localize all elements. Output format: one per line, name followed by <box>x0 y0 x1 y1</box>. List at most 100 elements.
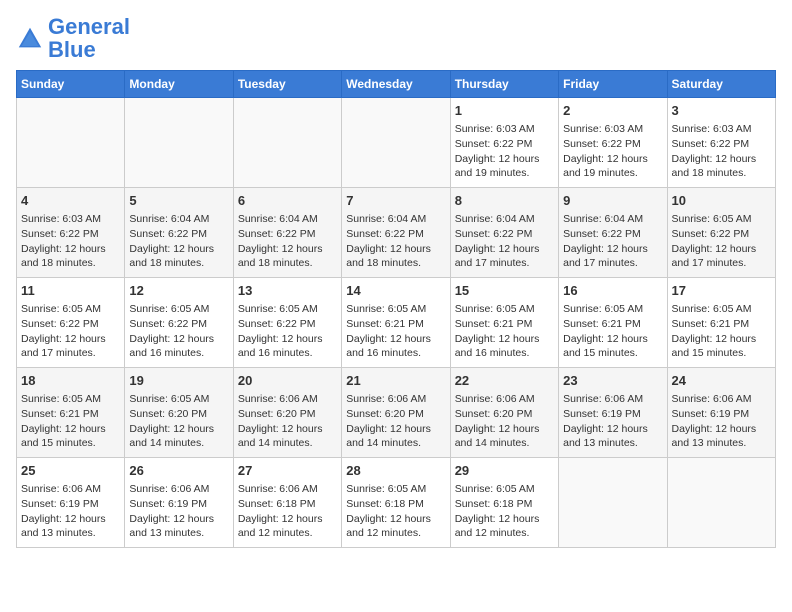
calendar-cell <box>559 458 667 548</box>
day-number: 22 <box>455 372 554 390</box>
calendar-cell: 1 Sunrise: 6:03 AMSunset: 6:22 PMDaylight… <box>450 98 558 188</box>
day-info: Sunrise: 6:03 AMSunset: 6:22 PMDaylight:… <box>672 122 771 181</box>
day-info: Sunrise: 6:04 AMSunset: 6:22 PMDaylight:… <box>563 212 662 271</box>
col-thursday: Thursday <box>450 71 558 98</box>
day-info: Sunrise: 6:05 AMSunset: 6:18 PMDaylight:… <box>346 482 445 541</box>
calendar-cell: 21 Sunrise: 6:06 AMSunset: 6:20 PMDayligh… <box>342 368 450 458</box>
day-info: Sunrise: 6:03 AMSunset: 6:22 PMDaylight:… <box>21 212 120 271</box>
day-info: Sunrise: 6:04 AMSunset: 6:22 PMDaylight:… <box>455 212 554 271</box>
day-number: 25 <box>21 462 120 480</box>
logo-icon <box>16 25 44 53</box>
calendar-cell: 24 Sunrise: 6:06 AMSunset: 6:19 PMDayligh… <box>667 368 775 458</box>
day-number: 23 <box>563 372 662 390</box>
day-info: Sunrise: 6:05 AMSunset: 6:22 PMDaylight:… <box>238 302 337 361</box>
calendar-cell: 28 Sunrise: 6:05 AMSunset: 6:18 PMDayligh… <box>342 458 450 548</box>
day-info: Sunrise: 6:04 AMSunset: 6:22 PMDaylight:… <box>129 212 228 271</box>
calendar-cell: 23 Sunrise: 6:06 AMSunset: 6:19 PMDayligh… <box>559 368 667 458</box>
day-info: Sunrise: 6:05 AMSunset: 6:22 PMDaylight:… <box>672 212 771 271</box>
day-number: 24 <box>672 372 771 390</box>
day-info: Sunrise: 6:04 AMSunset: 6:22 PMDaylight:… <box>346 212 445 271</box>
calendar-cell: 13 Sunrise: 6:05 AMSunset: 6:22 PMDayligh… <box>233 278 341 368</box>
calendar-cell: 16 Sunrise: 6:05 AMSunset: 6:21 PMDayligh… <box>559 278 667 368</box>
day-info: Sunrise: 6:05 AMSunset: 6:22 PMDaylight:… <box>129 302 228 361</box>
col-friday: Friday <box>559 71 667 98</box>
day-number: 20 <box>238 372 337 390</box>
col-monday: Monday <box>125 71 233 98</box>
col-tuesday: Tuesday <box>233 71 341 98</box>
day-info: Sunrise: 6:06 AMSunset: 6:20 PMDaylight:… <box>238 392 337 451</box>
day-info: Sunrise: 6:04 AMSunset: 6:22 PMDaylight:… <box>238 212 337 271</box>
calendar-cell <box>125 98 233 188</box>
day-number: 9 <box>563 192 662 210</box>
day-number: 21 <box>346 372 445 390</box>
calendar-cell <box>17 98 125 188</box>
calendar-cell: 29 Sunrise: 6:05 AMSunset: 6:18 PMDayligh… <box>450 458 558 548</box>
day-number: 5 <box>129 192 228 210</box>
calendar-week-row: 1 Sunrise: 6:03 AMSunset: 6:22 PMDaylight… <box>17 98 776 188</box>
day-number: 29 <box>455 462 554 480</box>
logo-text: GeneralBlue <box>48 16 130 62</box>
day-number: 1 <box>455 102 554 120</box>
day-info: Sunrise: 6:06 AMSunset: 6:20 PMDaylight:… <box>455 392 554 451</box>
calendar-cell: 17 Sunrise: 6:05 AMSunset: 6:21 PMDayligh… <box>667 278 775 368</box>
day-number: 2 <box>563 102 662 120</box>
day-info: Sunrise: 6:05 AMSunset: 6:21 PMDaylight:… <box>672 302 771 361</box>
calendar-table: Sunday Monday Tuesday Wednesday Thursday… <box>16 70 776 548</box>
calendar-cell: 12 Sunrise: 6:05 AMSunset: 6:22 PMDayligh… <box>125 278 233 368</box>
day-number: 26 <box>129 462 228 480</box>
calendar-cell: 5 Sunrise: 6:04 AMSunset: 6:22 PMDaylight… <box>125 188 233 278</box>
calendar-cell: 9 Sunrise: 6:04 AMSunset: 6:22 PMDaylight… <box>559 188 667 278</box>
day-info: Sunrise: 6:05 AMSunset: 6:18 PMDaylight:… <box>455 482 554 541</box>
day-info: Sunrise: 6:06 AMSunset: 6:19 PMDaylight:… <box>672 392 771 451</box>
col-saturday: Saturday <box>667 71 775 98</box>
header: GeneralBlue <box>16 16 776 62</box>
calendar-cell: 18 Sunrise: 6:05 AMSunset: 6:21 PMDayligh… <box>17 368 125 458</box>
day-number: 10 <box>672 192 771 210</box>
day-info: Sunrise: 6:03 AMSunset: 6:22 PMDaylight:… <box>455 122 554 181</box>
day-info: Sunrise: 6:05 AMSunset: 6:22 PMDaylight:… <box>21 302 120 361</box>
day-number: 27 <box>238 462 337 480</box>
day-info: Sunrise: 6:05 AMSunset: 6:21 PMDaylight:… <box>346 302 445 361</box>
day-number: 11 <box>21 282 120 300</box>
day-number: 14 <box>346 282 445 300</box>
calendar-cell: 11 Sunrise: 6:05 AMSunset: 6:22 PMDayligh… <box>17 278 125 368</box>
day-number: 19 <box>129 372 228 390</box>
calendar-cell: 10 Sunrise: 6:05 AMSunset: 6:22 PMDayligh… <box>667 188 775 278</box>
day-info: Sunrise: 6:03 AMSunset: 6:22 PMDaylight:… <box>563 122 662 181</box>
calendar-cell: 26Sunrise: 6:06 AMSunset: 6:19 PMDayligh… <box>125 458 233 548</box>
day-info: Sunrise: 6:05 AMSunset: 6:21 PMDaylight:… <box>21 392 120 451</box>
calendar-cell: 25 Sunrise: 6:06 AMSunset: 6:19 PMDayligh… <box>17 458 125 548</box>
day-number: 12 <box>129 282 228 300</box>
calendar-week-row: 4 Sunrise: 6:03 AMSunset: 6:22 PMDaylight… <box>17 188 776 278</box>
calendar-cell: 20 Sunrise: 6:06 AMSunset: 6:20 PMDayligh… <box>233 368 341 458</box>
calendar-cell: 2 Sunrise: 6:03 AMSunset: 6:22 PMDaylight… <box>559 98 667 188</box>
calendar-cell: 4 Sunrise: 6:03 AMSunset: 6:22 PMDaylight… <box>17 188 125 278</box>
calendar-cell <box>342 98 450 188</box>
calendar-cell: 14 Sunrise: 6:05 AMSunset: 6:21 PMDayligh… <box>342 278 450 368</box>
day-info: Sunrise: 6:06 AMSunset: 6:20 PMDaylight:… <box>346 392 445 451</box>
day-info: Sunrise: 6:06 AMSunset: 6:19 PMDaylight:… <box>21 482 120 541</box>
day-number: 13 <box>238 282 337 300</box>
calendar-cell <box>233 98 341 188</box>
day-number: 18 <box>21 372 120 390</box>
day-number: 8 <box>455 192 554 210</box>
calendar-week-row: 25 Sunrise: 6:06 AMSunset: 6:19 PMDayligh… <box>17 458 776 548</box>
day-info: Sunrise: 6:05 AMSunset: 6:20 PMDaylight:… <box>129 392 228 451</box>
day-number: 4 <box>21 192 120 210</box>
calendar-cell: 19 Sunrise: 6:05 AMSunset: 6:20 PMDayligh… <box>125 368 233 458</box>
calendar-cell: 3 Sunrise: 6:03 AMSunset: 6:22 PMDaylight… <box>667 98 775 188</box>
calendar-cell <box>667 458 775 548</box>
day-info: Sunrise: 6:06 AMSunset: 6:19 PMDaylight:… <box>563 392 662 451</box>
day-number: 7 <box>346 192 445 210</box>
logo: GeneralBlue <box>16 16 130 62</box>
day-number: 3 <box>672 102 771 120</box>
day-number: 6 <box>238 192 337 210</box>
day-number: 17 <box>672 282 771 300</box>
day-info: Sunrise: 6:05 AMSunset: 6:21 PMDaylight:… <box>563 302 662 361</box>
day-number: 16 <box>563 282 662 300</box>
day-number: 28 <box>346 462 445 480</box>
col-wednesday: Wednesday <box>342 71 450 98</box>
calendar-cell: 22 Sunrise: 6:06 AMSunset: 6:20 PMDayligh… <box>450 368 558 458</box>
calendar-cell: 7 Sunrise: 6:04 AMSunset: 6:22 PMDaylight… <box>342 188 450 278</box>
calendar-week-row: 18 Sunrise: 6:05 AMSunset: 6:21 PMDayligh… <box>17 368 776 458</box>
